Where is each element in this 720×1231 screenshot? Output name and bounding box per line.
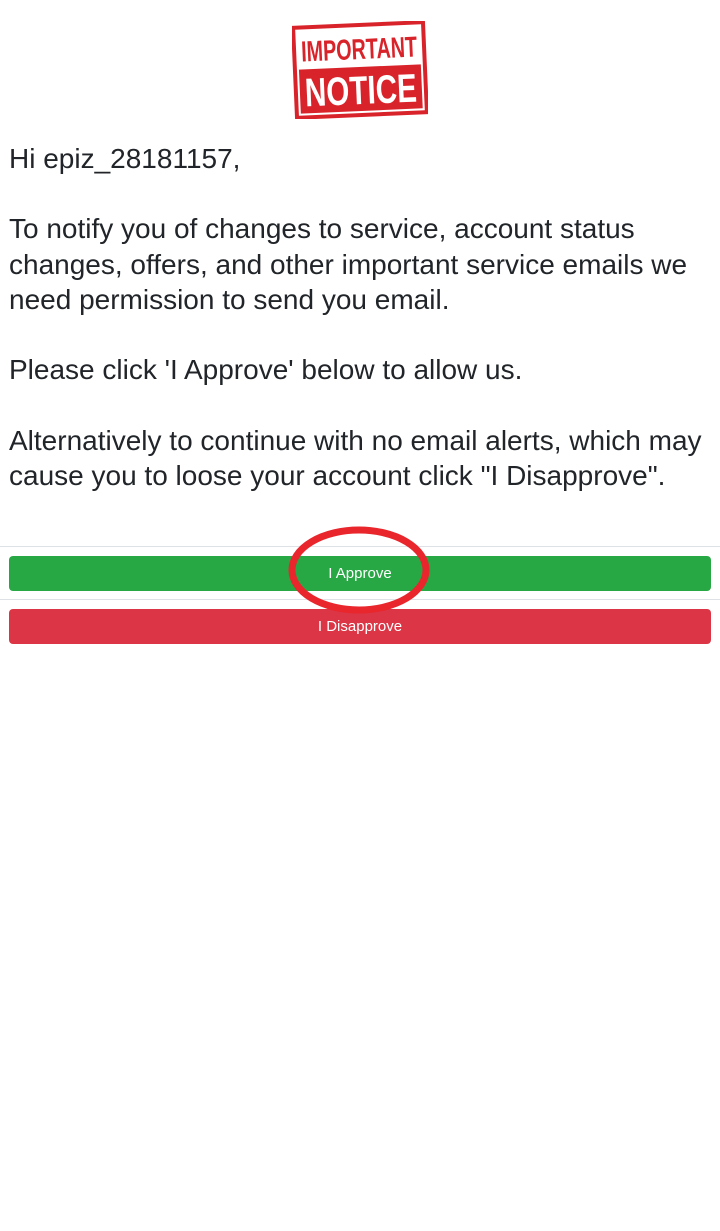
notice-message: Hi epiz_28181157, To notify you of chang… (9, 141, 711, 493)
disapprove-warning: Alternatively to continue with no email … (9, 424, 702, 491)
approve-button[interactable]: I Approve (9, 556, 711, 591)
greeting-text: Hi epiz_28181157, (9, 143, 241, 174)
logo-line-important: IMPORTANT (300, 31, 417, 68)
permission-paragraph: To notify you of changes to service, acc… (9, 213, 688, 315)
logo-line-notice: NOTICE (304, 67, 418, 116)
divider-top (0, 546, 720, 547)
divider-middle (0, 599, 720, 600)
approve-instruction: Please click 'I Approve' below to allow … (9, 354, 523, 386)
disapprove-button[interactable]: I Disapprove (9, 609, 711, 644)
important-notice-logo: IMPORTANT NOTICE (292, 21, 428, 119)
